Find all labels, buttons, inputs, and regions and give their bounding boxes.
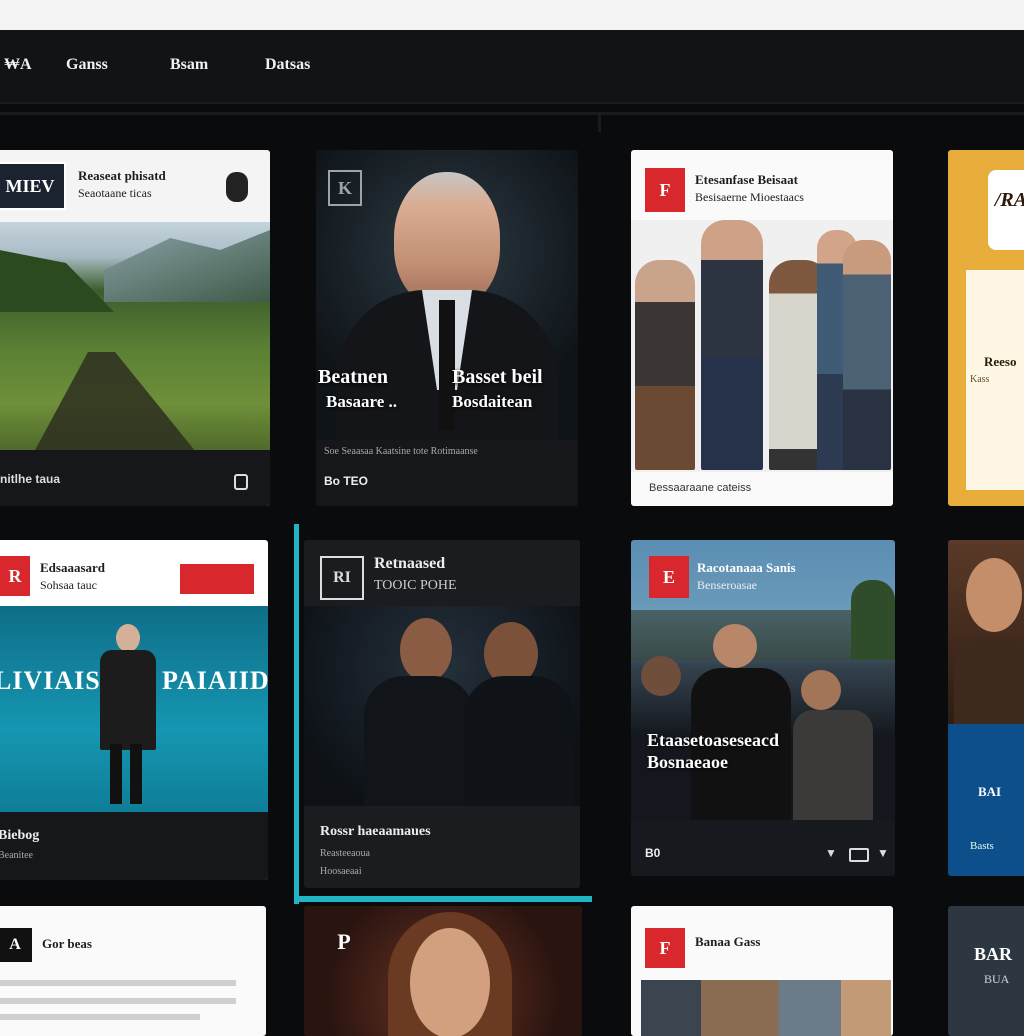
- card-logo: RI: [320, 556, 364, 600]
- card-caption: Soe Seaasaa Kaatsine tote Rotimaanse: [324, 446, 478, 457]
- content-card[interactable]: F Banaa Gass: [631, 906, 893, 1036]
- overlay-subtitle: Bosnaeaoe: [647, 752, 728, 772]
- nav-item-home[interactable]: ₩A: [4, 56, 32, 74]
- card-title: Retnaased: [374, 555, 446, 572]
- menu-icon[interactable]: ▼: [877, 846, 889, 860]
- nav-item-bsam[interactable]: Bsam: [170, 56, 208, 74]
- content-card[interactable]: /RA Reeso Kass: [948, 150, 1024, 506]
- card-footer-text: Biebog: [0, 828, 40, 843]
- card-caption: Beanitee: [0, 850, 33, 861]
- card-title: Reeso: [984, 354, 1017, 369]
- card-subtitle: Seaotaane ticas: [78, 186, 152, 200]
- card-subtitle: Besisaerne Mioestaacs: [695, 190, 804, 204]
- content-card[interactable]: A Gor beas: [0, 906, 266, 1036]
- nav-item-datsas[interactable]: Datsas: [265, 56, 310, 74]
- card-logo: A: [0, 928, 32, 962]
- content-card[interactable]: P: [304, 906, 582, 1036]
- content-card[interactable]: BAR BUA: [948, 906, 1024, 1036]
- card-footer-text: Bessaaraane cateiss: [649, 482, 752, 494]
- banner-headline-left: LIVIAIS: [0, 666, 101, 695]
- card-logo: F: [645, 168, 685, 212]
- group-photo: [631, 220, 893, 472]
- card-footer-text: B0: [645, 846, 661, 860]
- screen-icon[interactable]: [849, 848, 869, 862]
- card-subtitle: Benseroasae: [697, 578, 757, 592]
- card-title: Edsaaasard: [40, 560, 106, 575]
- overlay-title: Etaasetoaseseacd: [647, 730, 779, 750]
- browser-top-bar: [0, 0, 1024, 30]
- card-title: BAI: [978, 784, 1002, 799]
- card-subtitle: Sohsaa tauc: [40, 578, 97, 592]
- content-card[interactable]: RI Retnaased TOOIC POHE Rossr haeaamaues…: [304, 540, 580, 888]
- portrait-image: [304, 606, 580, 806]
- card-title: Gor beas: [42, 936, 92, 951]
- card-title: Etesanfase Beisaat: [695, 172, 798, 187]
- card-footer-text: nitlhe taua: [0, 472, 61, 486]
- card-subtitle: Basts: [970, 840, 994, 852]
- overlay-subtitle: Bosdaitean: [452, 392, 533, 411]
- grid-divider: [598, 112, 601, 132]
- banner-image: [0, 606, 268, 812]
- landscape-image: [0, 222, 270, 450]
- card-logo: E: [649, 556, 689, 598]
- selection-accent: [294, 896, 592, 902]
- banner-headline-right: PAIAIID: [162, 666, 268, 695]
- content-card[interactable]: BAI Basts: [948, 540, 1024, 876]
- nav-item-games[interactable]: Ganss: [66, 56, 108, 74]
- card-caption: Reasteeaoua: [320, 848, 370, 859]
- bookmark-icon[interactable]: [226, 172, 248, 202]
- content-card[interactable]: R Edsaaasard Sohsaa tauc LIVIAIS PAIAIID…: [0, 540, 268, 880]
- card-title: Banaa Gass: [695, 934, 761, 949]
- red-tag: [180, 564, 254, 594]
- lock-icon: [234, 474, 248, 490]
- play-icon[interactable]: ▼: [825, 846, 837, 860]
- card-title: BAR: [974, 944, 1013, 964]
- content-card[interactable]: F Etesanfase Beisaat Besisaerne Mioestaa…: [631, 150, 893, 506]
- card-subtitle: BUA: [984, 972, 1010, 986]
- card-logo: F: [645, 928, 685, 968]
- card-logo: MIEV: [0, 162, 66, 210]
- card-title: Racotanaaa Sanis: [697, 560, 796, 575]
- street-image: [641, 980, 891, 1036]
- card-logo: K: [328, 170, 362, 206]
- card-logo: /RA: [994, 188, 1024, 211]
- card-caption: Hoosaeaai: [320, 866, 362, 877]
- selection-accent: [294, 524, 299, 904]
- overlay-subtitle: Basaare ..: [326, 392, 397, 411]
- card-footer-text: Rossr haeaamaues: [320, 824, 431, 839]
- card-logo: P: [337, 929, 351, 954]
- card-footer-text: Bo TEO: [324, 474, 368, 488]
- grid-divider: [0, 112, 1024, 115]
- card-subtitle: Kass: [970, 374, 990, 385]
- card-title: Reaseat phisatd: [78, 168, 166, 183]
- portrait-image: [948, 540, 1024, 724]
- overlay-title: Beatnen: [318, 366, 388, 388]
- content-card[interactable]: MIEV Reaseat phisatd Seaotaane ticas nit…: [0, 150, 270, 506]
- overlay-title: Basset beil: [452, 366, 543, 388]
- content-card[interactable]: E Racotanaaa Sanis Benseroasae Etaasetoa…: [631, 540, 895, 876]
- card-logo: R: [0, 556, 30, 596]
- content-card[interactable]: K Beatnen Basaare .. Basset beil Bosdait…: [316, 150, 578, 506]
- top-navigation: [0, 30, 1024, 104]
- card-subtitle: TOOIC POHE: [374, 578, 457, 593]
